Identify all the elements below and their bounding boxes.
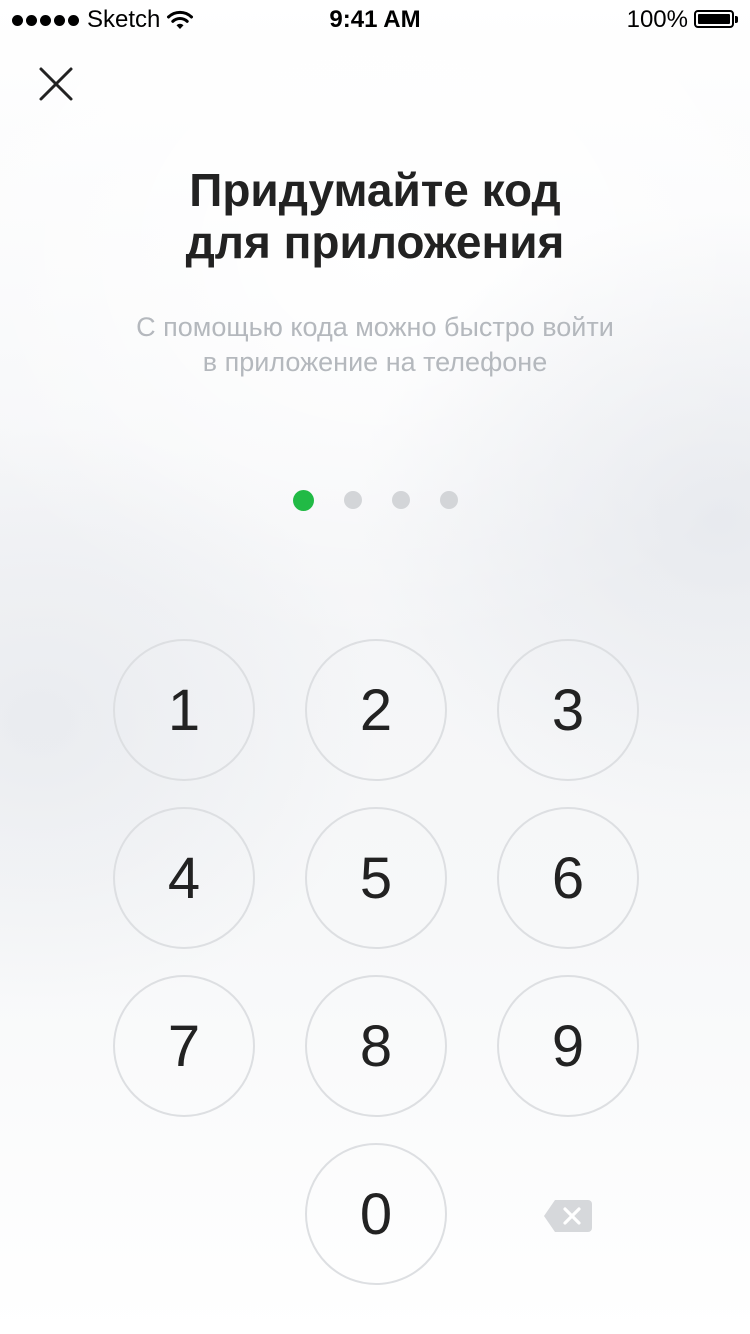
battery-icon: [694, 10, 738, 30]
code-dot-empty: [440, 491, 458, 509]
backspace-icon: [544, 1200, 592, 1232]
page-title-line-2: для приложения: [185, 216, 565, 268]
page-title-line-1: Придумайте код: [189, 164, 561, 216]
page-subtitle: С помощью кода можно быстро войти в прил…: [0, 310, 750, 380]
keypad-key-2[interactable]: 2: [305, 639, 447, 781]
code-dot-empty: [392, 491, 410, 509]
close-button[interactable]: [28, 56, 84, 112]
keypad-key-7[interactable]: 7: [113, 975, 255, 1117]
code-dot-filled: [293, 490, 314, 511]
page-title: Придумайте код для приложения: [0, 164, 750, 268]
page-subtitle-line-2: в приложение на телефоне: [202, 347, 548, 377]
keypad-key-3[interactable]: 3: [497, 639, 639, 781]
keypad-key-5[interactable]: 5: [305, 807, 447, 949]
keypad-key-9[interactable]: 9: [497, 975, 639, 1117]
page-subtitle-line-1: С помощью кода можно быстро войти: [136, 312, 614, 342]
status-right: 100%: [627, 8, 738, 32]
code-progress-indicator: [293, 490, 458, 511]
code-dot-empty: [344, 491, 362, 509]
keypad-key-0[interactable]: 0: [305, 1143, 447, 1285]
keypad-key-4[interactable]: 4: [113, 807, 255, 949]
close-icon: [39, 67, 73, 101]
keypad-key-6[interactable]: 6: [497, 807, 639, 949]
keypad-key-8[interactable]: 8: [305, 975, 447, 1117]
keypad-key-1[interactable]: 1: [113, 639, 255, 781]
battery-percentage: 100%: [626, 6, 688, 33]
backspace-button[interactable]: [528, 1182, 608, 1250]
status-bar: Sketch 9:41 AM 100%: [0, 0, 750, 40]
